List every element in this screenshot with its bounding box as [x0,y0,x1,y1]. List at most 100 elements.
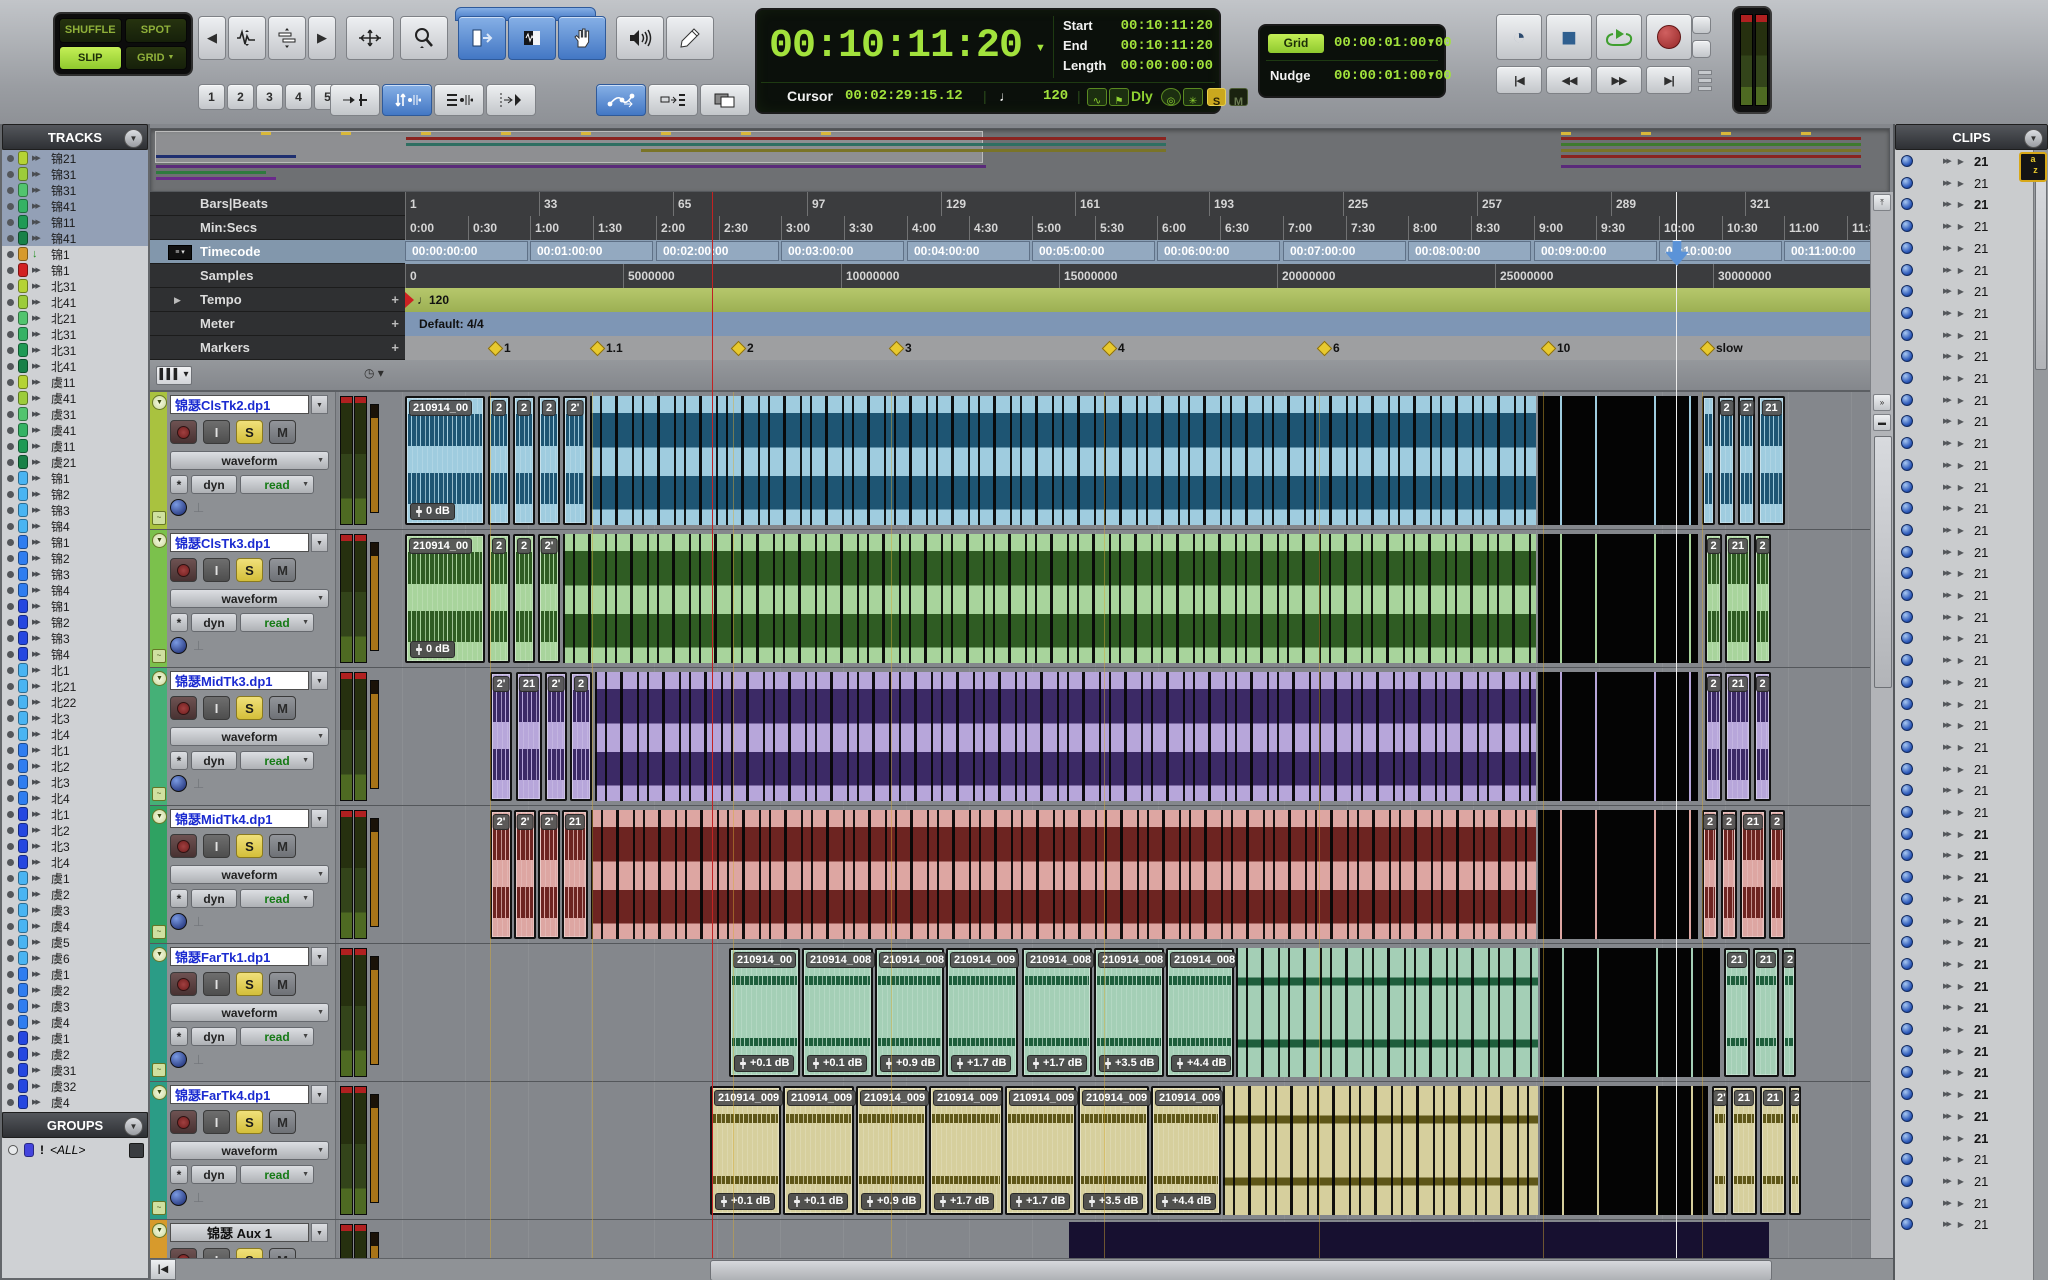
track-collapse-icon[interactable]: ▼ [152,671,167,686]
return-to-zero-button[interactable]: |◀ [1496,66,1542,94]
timecode-cell[interactable]: 00:09:00:00 [1534,241,1657,261]
audio-clip[interactable]: 2 [488,534,510,663]
clip-gain-badge[interactable]: +0.1 dB [734,1055,794,1072]
pre-roll-flag-icon[interactable]: ⚑ [1109,88,1129,106]
clips-list-item[interactable]: ▶▶▶21 [1895,649,2034,671]
audio-clip[interactable]: 21 [1760,1086,1786,1215]
audio-clip[interactable] [1538,810,1698,939]
mirror-midi-button[interactable] [596,84,646,116]
audio-clip[interactable]: 2 [513,534,535,663]
clips-list-item[interactable]: ▶▶▶21 [1895,584,2034,606]
marker-label[interactable]: 6 [1333,336,1340,360]
elastic-audio-icon[interactable]: ~ [152,1201,166,1215]
audio-clip[interactable]: 2 [1789,1086,1801,1215]
clips-list-item[interactable]: ▶▶▶21 [1895,606,2034,628]
track-row[interactable]: ▼~锦瑟MidTk3.dp1▼ISMwaveform▼*dynread▼⊥2'2… [150,668,1870,806]
timecode-cell[interactable]: 00:03:00:00 [781,241,904,261]
clips-list-item[interactable]: ▶▶▶21 [1895,432,2034,454]
track-record-button[interactable] [170,834,197,858]
track-clips-lane[interactable]: 210914_009+0.1 dB210914_009+0.1 dB210914… [390,1082,1870,1219]
clips-list-item[interactable]: ▶▶▶21 [1895,736,2034,758]
audio-clip[interactable] [563,534,1536,663]
marker-label[interactable]: 10 [1557,336,1570,360]
tracks-list-item[interactable]: ▶▶虞21 [2,454,148,470]
track-input-button[interactable]: I [203,1110,230,1134]
clips-list-item[interactable]: ▶▶▶21 [1895,1040,2034,1062]
audio-clip[interactable]: 2' [490,810,512,939]
audio-clip[interactable]: 210914_009+0.1 dB [710,1086,781,1215]
audio-clip[interactable]: 210914_009+3.5 dB [1078,1086,1149,1215]
track-mute-button[interactable]: M [269,972,296,996]
track-header[interactable]: ▼~锦瑟FarTk1.dp1▼ISMwaveform▼*dynread▼⊥ [150,944,336,1081]
audio-clip[interactable] [595,672,1536,801]
tracks-list-item[interactable]: ▶▶锦2 [2,486,148,502]
zoom-preset-2[interactable]: 2 [227,84,254,110]
clips-list-item[interactable]: ▶▶▶21 [1895,1148,2034,1170]
grabber-tool-button[interactable] [558,16,606,60]
audio-clip[interactable]: 210914_008+0.9 dB [875,948,944,1077]
layered-editing-button[interactable] [700,84,750,116]
clips-list-item[interactable]: ▶▶▶21 [1895,541,2034,563]
timecode-cell[interactable]: 00:06:00:00 [1157,241,1280,261]
clips-list-item[interactable]: ▶▶▶21 [1895,1105,2034,1127]
tracks-list-item[interactable]: ▶▶锦4 [2,646,148,662]
tracks-list-item[interactable]: ▶▶锦1 [2,534,148,550]
tracks-list-item[interactable]: ▶▶虞32 [2,1078,148,1094]
audio-clip[interactable]: 210914_008+4.4 dB [1166,948,1234,1077]
track-mute-button[interactable]: M [269,834,296,858]
marker-label[interactable]: 2 [747,336,754,360]
track-automation-mode[interactable]: read▼ [240,889,314,908]
timecode-cell[interactable]: 00:05:00:00 [1032,241,1155,261]
marker-label[interactable]: 3 [905,336,912,360]
clips-list-item[interactable]: ▶▶▶21 [1895,888,2034,910]
tracks-list-item[interactable]: ▶▶北1 [2,742,148,758]
clips-list-item[interactable]: ▶▶▶21 [1895,345,2034,367]
audio-clip[interactable]: 210914_00+0.1 dB [729,948,800,1077]
tracks-list-item[interactable]: ▶▶虞2 [2,1046,148,1062]
track-row[interactable]: ▼~锦瑟FarTk4.dp1▼ISMwaveform▼*dynread▼⊥210… [150,1082,1870,1220]
track-dyn-button[interactable]: dyn [191,1165,237,1184]
audio-clip[interactable]: 2 [1705,672,1722,801]
clips-list-item[interactable]: ▶▶▶21 [1895,714,2034,736]
elastic-audio-icon[interactable]: ~ [152,511,166,525]
zoom-preset-1[interactable]: 1 [198,84,225,110]
track-solo-button[interactable]: S [236,420,263,444]
track-row[interactable]: ▼~锦瑟ClsTk3.dp1▼ISMwaveform▼*dynread▼⊥210… [150,530,1870,668]
tracks-list-item[interactable]: ▶▶虞31 [2,406,148,422]
tab-to-transient-button[interactable] [330,84,380,116]
meter-add-icon[interactable]: + [391,312,399,336]
track-dyn-button[interactable]: dyn [191,889,237,908]
track-collapse-icon[interactable]: ▼ [152,533,167,548]
mode-shuffle-button[interactable]: SHUFFLE [59,18,122,43]
ruler-tempo[interactable]: ▶Tempo+ ♩120 [150,288,1870,312]
transport-mini-bottom-button[interactable] [1692,40,1711,58]
track-patch-button[interactable]: * [170,613,188,632]
clips-list-item[interactable]: ▶▶▶21 [1895,1018,2034,1040]
track-patch-button[interactable]: * [170,1027,188,1046]
tracks-list-item[interactable]: ▶▶北1 [2,806,148,822]
track-input-button[interactable]: I [203,558,230,582]
tracks-list-item[interactable]: ▶▶北4 [2,790,148,806]
tracks-list-item[interactable]: ▶▶北3 [2,838,148,854]
elastic-audio-icon[interactable]: ~ [152,1063,166,1077]
audio-clip[interactable]: 21 [562,810,588,939]
track-record-button[interactable] [170,1110,197,1134]
clip-gain-badge[interactable]: 0 dB [410,503,455,520]
audio-clip[interactable]: 2 [538,396,560,525]
track-solo-button[interactable]: S [236,696,263,720]
track-automation-mode[interactable]: read▼ [240,751,314,770]
audio-clip[interactable]: 2' [514,810,536,939]
groups-panel-header[interactable]: GROUPS▼ [2,1112,148,1138]
track-collapse-icon[interactable]: ▼ [152,809,167,824]
clips-list-item[interactable]: ▶▶▶21 [1895,454,2034,476]
tracks-list-item[interactable]: ▶▶虞1 [2,966,148,982]
ruler-timecode[interactable]: ≡ ▾Timecode 00:00:00:0000:01:00:0000:02:… [150,240,1870,264]
trim-tool-button[interactable] [458,16,506,60]
clips-list-item[interactable]: ▶▶▶21 [1895,953,2034,975]
audio-clip[interactable]: 21 [1758,396,1785,525]
clips-list-item[interactable]: ▶▶▶21 [1895,866,2034,888]
audio-clip[interactable]: 2' [563,396,587,525]
clips-list-item[interactable]: ▶▶▶21 [1895,1127,2034,1149]
scroll-home-button[interactable]: |◀ [150,1259,176,1280]
track-name[interactable]: 锦瑟 Aux 1 [170,1223,309,1242]
